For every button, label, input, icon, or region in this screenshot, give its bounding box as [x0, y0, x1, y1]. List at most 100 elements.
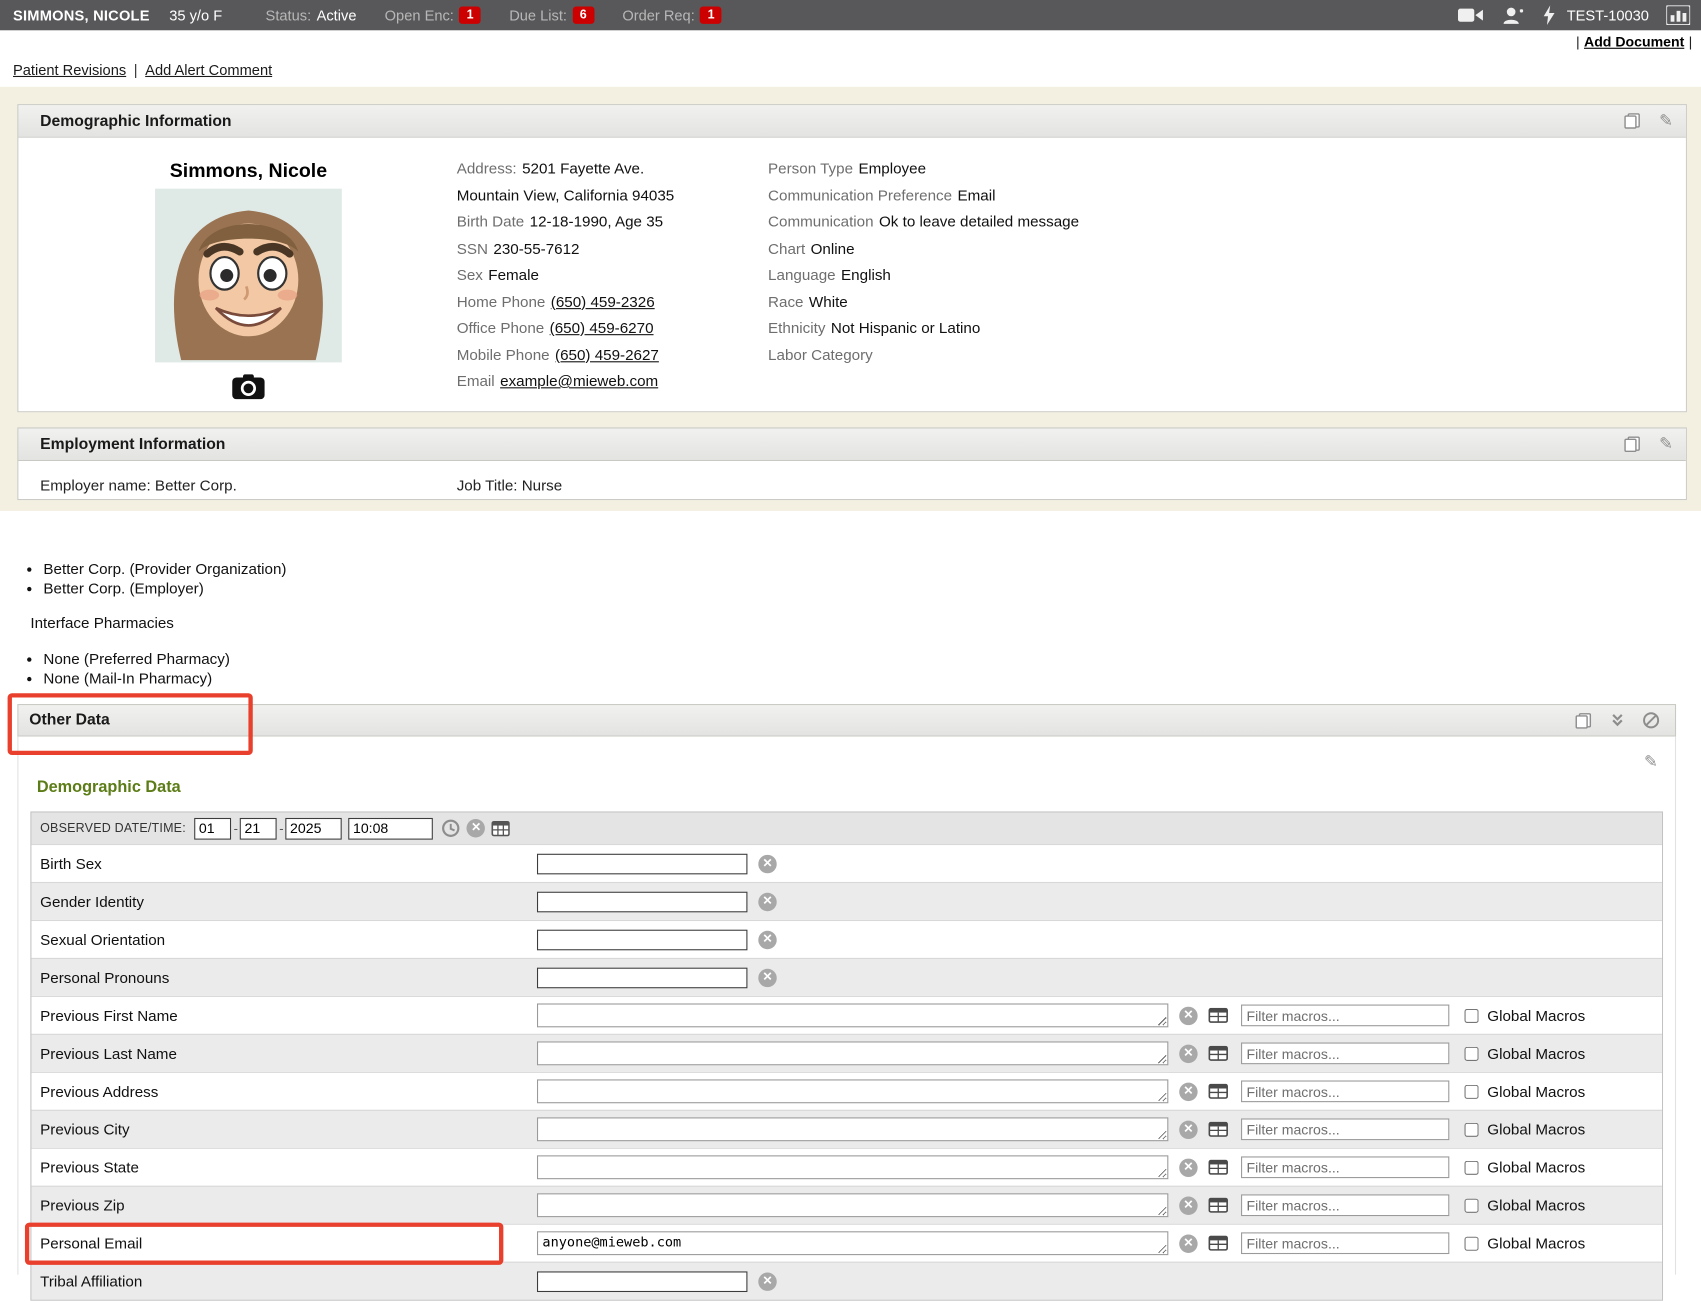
filter-macros-input[interactable]	[1241, 1194, 1449, 1216]
ssn-value: 230-55-7612	[493, 239, 579, 256]
print-icon[interactable]	[1575, 712, 1592, 728]
clear-icon[interactable]: ✕	[1179, 1158, 1197, 1176]
camera-icon[interactable]	[232, 374, 265, 399]
observed-time-input[interactable]	[349, 817, 434, 839]
other-data-icons	[1575, 712, 1660, 729]
clear-icon[interactable]: ✕	[758, 968, 776, 986]
filter-macros-input[interactable]	[1241, 1232, 1449, 1254]
filter-macros-input[interactable]	[1241, 1043, 1449, 1065]
demographic-data-heading: Demographic Data	[37, 778, 181, 796]
global-macros-checkbox[interactable]	[1465, 1122, 1479, 1136]
other-data-title: Other Data	[29, 712, 1575, 729]
field-label: Mobile Phone	[457, 346, 550, 363]
clear-icon[interactable]: ✕	[758, 1272, 776, 1290]
field-label: Communication Preference	[768, 186, 952, 203]
macro-list-icon[interactable]	[1208, 1236, 1228, 1251]
macro-list-icon[interactable]	[1208, 1046, 1228, 1061]
interface-pharmacies-heading: Interface Pharmacies	[0, 613, 1701, 633]
previous-last-name-textarea[interactable]	[537, 1041, 1168, 1065]
clear-icon[interactable]: ✕	[758, 854, 776, 872]
macro-list-icon[interactable]	[1208, 1008, 1228, 1023]
demographic-section-header: Demographic Information ✎	[18, 105, 1685, 138]
due-list-badge[interactable]: 6	[572, 7, 594, 24]
print-icon[interactable]	[1624, 436, 1641, 452]
tribal-affiliation-input[interactable]	[537, 1271, 747, 1292]
row-label: Personal Email	[31, 1235, 537, 1252]
observed-year-input[interactable]	[286, 817, 342, 839]
macro-list-icon[interactable]	[1208, 1122, 1228, 1137]
gender-identity-input[interactable]	[537, 891, 747, 912]
clear-icon[interactable]: ✕	[1179, 1082, 1197, 1100]
previous-state-textarea[interactable]	[537, 1155, 1168, 1179]
clear-icon[interactable]: ✕	[1179, 1196, 1197, 1214]
field-label: Chart	[768, 239, 805, 256]
video-call-icon[interactable]	[1458, 7, 1484, 24]
global-macros-checkbox[interactable]	[1465, 1236, 1479, 1250]
add-alert-comment-link[interactable]: Add Alert Comment	[145, 61, 272, 77]
status-label: Status:	[266, 7, 312, 23]
disable-icon[interactable]	[1642, 712, 1659, 729]
filter-macros-input[interactable]	[1241, 1118, 1449, 1140]
global-macros-checkbox[interactable]	[1465, 1008, 1479, 1022]
global-macros-checkbox[interactable]	[1465, 1198, 1479, 1212]
sexual-orientation-input[interactable]	[537, 929, 747, 950]
print-icon[interactable]	[1624, 113, 1641, 129]
edit-icon[interactable]: ✎	[1644, 754, 1658, 770]
associations-region: Better Corp. (Provider Organization) Bet…	[0, 559, 1701, 1275]
filter-macros-input[interactable]	[1241, 1156, 1449, 1178]
stats-chart-icon[interactable]	[1666, 5, 1690, 25]
clear-icon[interactable]: ✕	[467, 819, 485, 837]
history-clock-icon[interactable]	[442, 819, 460, 837]
clear-icon[interactable]: ✕	[1179, 1006, 1197, 1024]
calendar-icon[interactable]	[492, 820, 510, 836]
page: SIMMONS, NICOLE 35 y/o F Status: Active …	[0, 0, 1701, 1256]
previous-first-name-textarea[interactable]	[537, 1003, 1168, 1027]
row-label: Sexual Orientation	[31, 931, 537, 948]
personal-email-textarea[interactable]: anyone@mieweb.com	[537, 1231, 1168, 1255]
edit-icon[interactable]: ✎	[1659, 436, 1673, 452]
row-label: Previous Zip	[31, 1197, 537, 1214]
previous-address-textarea[interactable]	[537, 1079, 1168, 1103]
clear-icon[interactable]: ✕	[1179, 1044, 1197, 1062]
observed-day-input[interactable]	[240, 817, 277, 839]
email-link[interactable]: example@mieweb.com	[500, 372, 658, 389]
table-row-tribal-affiliation: Tribal Affiliation ✕	[31, 1262, 1661, 1300]
home-phone-link[interactable]: (650) 459-2326	[551, 292, 655, 309]
field-label: Labor Category	[768, 346, 873, 363]
personal-pronouns-input[interactable]	[537, 967, 747, 988]
clear-icon[interactable]: ✕	[1179, 1120, 1197, 1138]
patient-revisions-link[interactable]: Patient Revisions	[13, 61, 126, 77]
add-person-icon[interactable]	[1502, 6, 1526, 24]
clear-icon[interactable]: ✕	[1179, 1234, 1197, 1252]
birth-sex-input[interactable]	[537, 853, 747, 874]
macro-list-icon[interactable]	[1208, 1198, 1228, 1213]
office-phone-link[interactable]: (650) 459-6270	[550, 319, 654, 336]
patient-avatar[interactable]	[155, 189, 342, 363]
macro-list-icon[interactable]	[1208, 1160, 1228, 1175]
previous-zip-textarea[interactable]	[537, 1193, 1168, 1217]
clear-icon[interactable]: ✕	[758, 892, 776, 910]
open-enc-field: Open Enc: 1	[385, 7, 481, 24]
filter-macros-input[interactable]	[1241, 1080, 1449, 1102]
macro-list-icon[interactable]	[1208, 1084, 1228, 1099]
clear-icon[interactable]: ✕	[758, 930, 776, 948]
collapse-icon[interactable]	[1610, 713, 1625, 728]
employer-name-text: Employer name: Better Corp.	[40, 476, 237, 493]
filter-macros-input[interactable]	[1241, 1005, 1449, 1027]
global-macros-checkbox[interactable]	[1465, 1084, 1479, 1098]
table-row-previous-first-name: Previous First Name ✕ Global Macros	[31, 996, 1661, 1034]
previous-city-textarea[interactable]	[537, 1117, 1168, 1141]
mobile-phone-link[interactable]: (650) 459-2627	[555, 346, 659, 363]
add-document-link[interactable]: Add Document	[1584, 33, 1684, 49]
table-row-gender-identity: Gender Identity ✕	[31, 882, 1661, 920]
global-macros-checkbox[interactable]	[1465, 1046, 1479, 1060]
person-type-value: Employee	[858, 159, 926, 176]
global-macros-checkbox[interactable]	[1465, 1160, 1479, 1174]
quick-action-icon[interactable]	[1543, 5, 1556, 25]
order-req-badge[interactable]: 1	[700, 7, 722, 24]
pipe-separator: |	[134, 61, 138, 77]
observed-month-input[interactable]	[195, 817, 232, 839]
open-enc-badge[interactable]: 1	[459, 7, 481, 24]
edit-icon[interactable]: ✎	[1659, 113, 1673, 129]
table-row-previous-zip: Previous Zip ✕ Global Macros	[31, 1186, 1661, 1224]
